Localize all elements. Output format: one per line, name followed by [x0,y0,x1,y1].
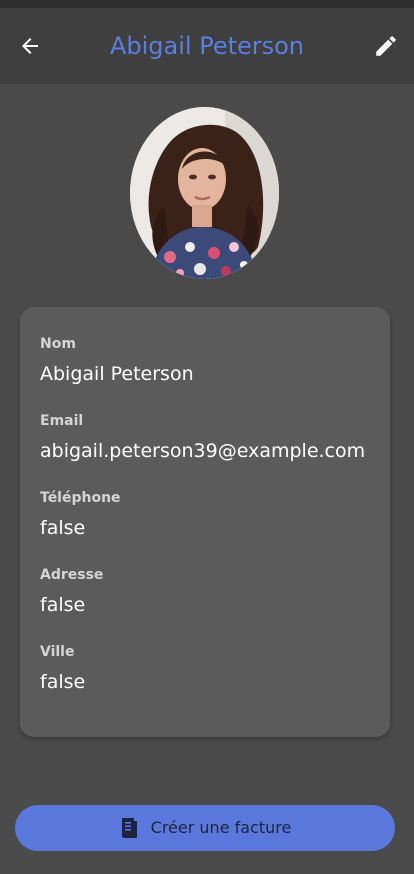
phone-field: Téléphone false [40,489,376,541]
city-field: Ville false [40,643,376,695]
edit-button[interactable] [368,28,404,64]
receipt-icon [121,818,137,838]
email-field: Email abigail.peterson39@example.com [40,412,376,464]
contact-detail-screen: Abigail Peterson Nom Abigail Peterson Em… [0,0,414,874]
phone-label: Téléphone [40,490,121,506]
back-button[interactable] [12,28,48,64]
address-label: Adresse [40,567,104,583]
app-bar: Abigail Peterson [0,8,414,84]
create-invoice-button[interactable]: Créer une facture [15,805,395,851]
address-field: Adresse false [40,566,376,618]
pencil-icon [376,36,396,56]
name-field: Nom Abigail Peterson [40,335,376,387]
phone-value: false [40,517,86,539]
email-label: Email [40,413,84,429]
status-bar [0,0,414,8]
address-value: false [40,594,86,616]
email-value: abigail.peterson39@example.com [40,440,366,462]
city-value: false [40,671,86,693]
avatar [130,107,279,279]
name-value: Abigail Peterson [40,363,194,385]
city-label: Ville [40,644,75,660]
name-label: Nom [40,336,76,352]
page-title: Abigail Peterson [109,32,305,60]
arrow-left-icon [22,38,38,54]
contact-details-card: Nom Abigail Peterson Email abigail.peter… [20,307,390,737]
create-invoice-label: Créer une facture [150,818,292,837]
profile-photo [130,107,279,279]
